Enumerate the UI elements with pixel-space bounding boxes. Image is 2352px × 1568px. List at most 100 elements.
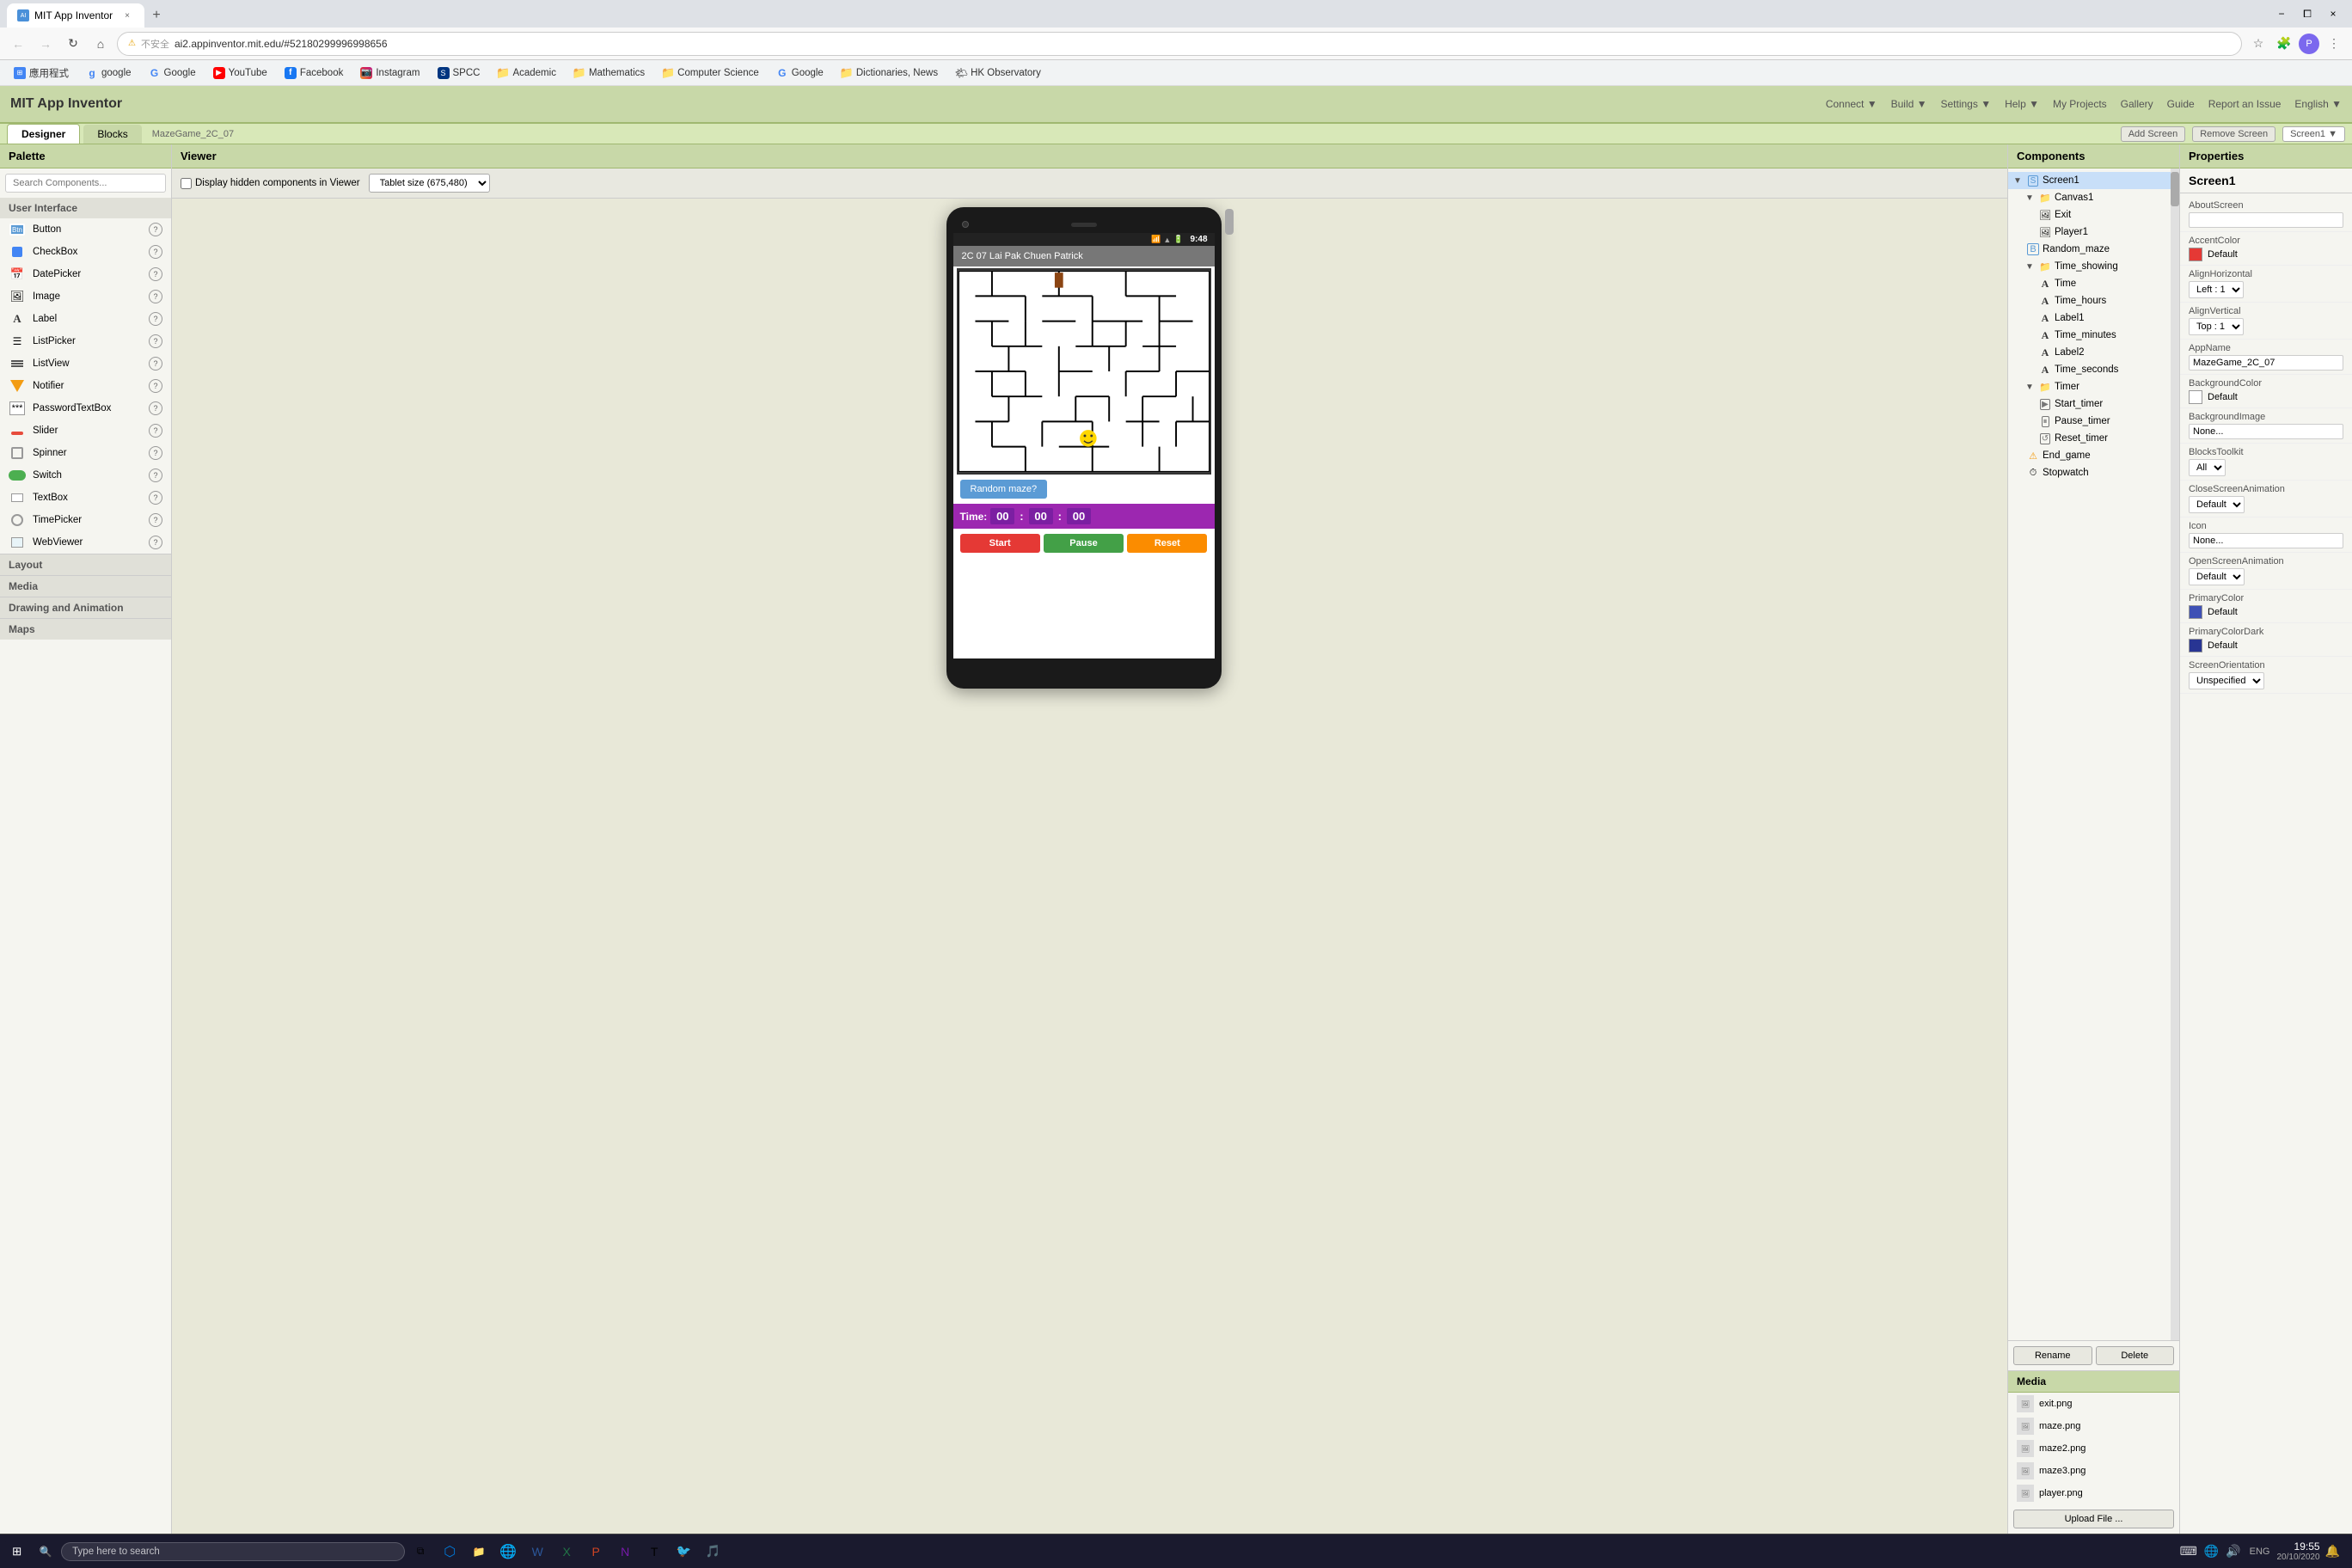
new-tab-button[interactable]: + xyxy=(144,3,168,28)
media-exit-png[interactable]: 🖼 exit.png xyxy=(2008,1393,2179,1415)
comp-end-game[interactable]: ⚠ End_game xyxy=(2008,447,2171,464)
comp-label1[interactable]: A Label1 xyxy=(2008,309,2171,327)
nav-user[interactable]: My Projects xyxy=(2053,98,2107,110)
bookmark-google-bm[interactable]: G Google xyxy=(769,64,830,82)
nav-settings[interactable]: Settings ▼ xyxy=(1941,98,1992,110)
comp-label2[interactable]: A Label2 xyxy=(2008,344,2171,361)
taskbar-chrome[interactable]: 🌐 xyxy=(494,1538,522,1565)
nav-help[interactable]: Help ▼ xyxy=(2005,98,2039,110)
canvas1-toggle[interactable]: ▼ xyxy=(2024,192,2036,204)
screenorientation-select[interactable]: Unspecified xyxy=(2189,672,2264,689)
hidden-components-checkbox[interactable] xyxy=(181,178,192,189)
comp-canvas1[interactable]: ▼ 📁 Canvas1 xyxy=(2008,189,2171,206)
media-maze3-png[interactable]: 🖼 maze3.png xyxy=(2008,1460,2179,1482)
datepicker-help[interactable]: ? xyxy=(149,267,162,281)
media-maze2-png[interactable]: 🖼 maze2.png xyxy=(2008,1437,2179,1460)
forward-button[interactable]: → xyxy=(34,33,57,55)
primarycolordark-swatch[interactable] xyxy=(2189,639,2202,652)
remove-screen-btn[interactable]: Remove Screen xyxy=(2192,126,2275,142)
screen1-toggle[interactable]: ▼ xyxy=(2012,175,2024,187)
extensions-button[interactable]: 🧩 xyxy=(2273,33,2295,55)
layout-section-header[interactable]: Layout xyxy=(0,554,171,575)
primarycolor-swatch[interactable] xyxy=(2189,605,2202,619)
bookmark-computer-science[interactable]: 📁 Computer Science xyxy=(655,64,766,82)
media-section-header[interactable]: Media xyxy=(0,575,171,597)
palette-item-label[interactable]: A Label ? xyxy=(0,308,171,330)
accentcolor-swatch[interactable] xyxy=(2189,248,2202,261)
start-button[interactable]: Start xyxy=(960,534,1040,553)
bookmark-star-button[interactable]: ☆ xyxy=(2247,33,2269,55)
bookmark-hk-observatory[interactable]: 🌤 HK Observatory xyxy=(948,64,1048,82)
nav-report[interactable]: Report an Issue xyxy=(2208,98,2282,110)
comp-time-showing[interactable]: ▼ 📁 Time_showing xyxy=(2008,258,2171,275)
comp-timer[interactable]: ▼ 📁 Timer xyxy=(2008,378,2171,395)
nav-guide[interactable]: Guide xyxy=(2167,98,2195,110)
bookmark-youtube[interactable]: ▶ YouTube xyxy=(206,64,274,82)
checkbox-help[interactable]: ? xyxy=(149,245,162,259)
palette-item-checkbox[interactable]: CheckBox ? xyxy=(0,241,171,263)
spinner-help[interactable]: ? xyxy=(149,446,162,460)
backgroundimage-input[interactable] xyxy=(2189,424,2343,439)
comp-time[interactable]: A Time xyxy=(2008,275,2171,292)
active-tab[interactable]: AI MIT App Inventor × xyxy=(7,3,144,28)
taskbar-file-explorer[interactable]: 📁 xyxy=(465,1538,493,1565)
nav-lang[interactable]: English ▼ xyxy=(2294,98,2342,110)
minimize-button[interactable]: − xyxy=(2269,2,2294,26)
bookmark-instagram[interactable]: 📷 Instagram xyxy=(353,64,426,82)
taskbar-powerpoint[interactable]: P xyxy=(582,1538,609,1565)
nav-connect[interactable]: Connect ▼ xyxy=(1826,98,1877,110)
bookmark-mathematics[interactable]: 📁 Mathematics xyxy=(567,64,652,82)
menu-button[interactable]: ⋮ xyxy=(2323,33,2345,55)
home-button[interactable]: ⌂ xyxy=(89,33,112,55)
upload-file-button[interactable]: Upload File ... xyxy=(2013,1510,2174,1528)
taskbar-search-icon[interactable]: 🔍 xyxy=(32,1538,59,1565)
bookmark-apps[interactable]: ⊞ 應用程式 xyxy=(7,64,76,83)
taskbar-search-box[interactable]: Type here to search xyxy=(61,1542,405,1561)
media-maze-png[interactable]: 🖼 maze.png xyxy=(2008,1415,2179,1437)
comp-scrollbar-thumb[interactable] xyxy=(2171,172,2179,206)
maze-canvas[interactable] xyxy=(957,268,1211,475)
palette-item-spinner[interactable]: Spinner ? xyxy=(0,442,171,464)
drawing-section-header[interactable]: Drawing and Animation xyxy=(0,597,171,618)
maximize-button[interactable]: ⧠ xyxy=(2295,2,2319,26)
blocks-tab[interactable]: Blocks xyxy=(83,125,141,144)
comp-stopwatch[interactable]: ⏱ Stopwatch xyxy=(2008,464,2171,481)
rename-button[interactable]: Rename xyxy=(2013,1346,2092,1365)
viewer-scrollbar-thumb[interactable] xyxy=(1225,209,1234,235)
palette-item-webviewer[interactable]: WebViewer ? xyxy=(0,531,171,554)
palette-item-timepicker[interactable]: TimePicker ? xyxy=(0,509,171,531)
palette-item-textbox[interactable]: TextBox ? xyxy=(0,487,171,509)
webviewer-help[interactable]: ? xyxy=(149,536,162,549)
taskbar-word[interactable]: W xyxy=(524,1538,551,1565)
textbox-help[interactable]: ? xyxy=(149,491,162,505)
comp-screen1[interactable]: ▼ S Screen1 xyxy=(2008,172,2171,189)
palette-item-listview[interactable]: ListView ? xyxy=(0,352,171,375)
taskbar-app1[interactable]: 🐦 xyxy=(670,1538,697,1565)
slider-help[interactable]: ? xyxy=(149,424,162,438)
comp-time-hours[interactable]: A Time_hours xyxy=(2008,292,2171,309)
bookmark-academic[interactable]: 📁 Academic xyxy=(490,64,563,82)
random-maze-button[interactable]: Random maze? xyxy=(960,480,1048,499)
delete-button[interactable]: Delete xyxy=(2096,1346,2175,1365)
time-showing-toggle[interactable]: ▼ xyxy=(2024,260,2036,273)
label-help[interactable]: ? xyxy=(149,312,162,326)
bookmark-spcc[interactable]: S SPCC xyxy=(431,64,487,82)
media-player-png[interactable]: 🖼 player.png xyxy=(2008,1482,2179,1504)
closescreenanimation-select[interactable]: Default xyxy=(2189,496,2245,513)
palette-item-button[interactable]: Btn Button ? xyxy=(0,218,171,241)
appname-input[interactable] xyxy=(2189,355,2343,371)
palette-item-switch[interactable]: Switch ? xyxy=(0,464,171,487)
passwordtextbox-help[interactable]: ? xyxy=(149,401,162,415)
tab-close-button[interactable]: × xyxy=(120,9,134,22)
taskbar-teams[interactable]: T xyxy=(640,1538,668,1565)
button-help[interactable]: ? xyxy=(149,223,162,236)
icon-input[interactable] xyxy=(2189,533,2343,548)
close-button[interactable]: × xyxy=(2321,2,2345,26)
palette-item-image[interactable]: 🖼 Image ? xyxy=(0,285,171,308)
profile-button[interactable]: P xyxy=(2299,34,2319,54)
image-help[interactable]: ? xyxy=(149,290,162,303)
nav-gallery[interactable]: Gallery xyxy=(2121,98,2153,110)
comp-start-timer[interactable]: ▶ Start_timer xyxy=(2008,395,2171,413)
timepicker-help[interactable]: ? xyxy=(149,513,162,527)
taskbar-excel[interactable]: X xyxy=(553,1538,580,1565)
